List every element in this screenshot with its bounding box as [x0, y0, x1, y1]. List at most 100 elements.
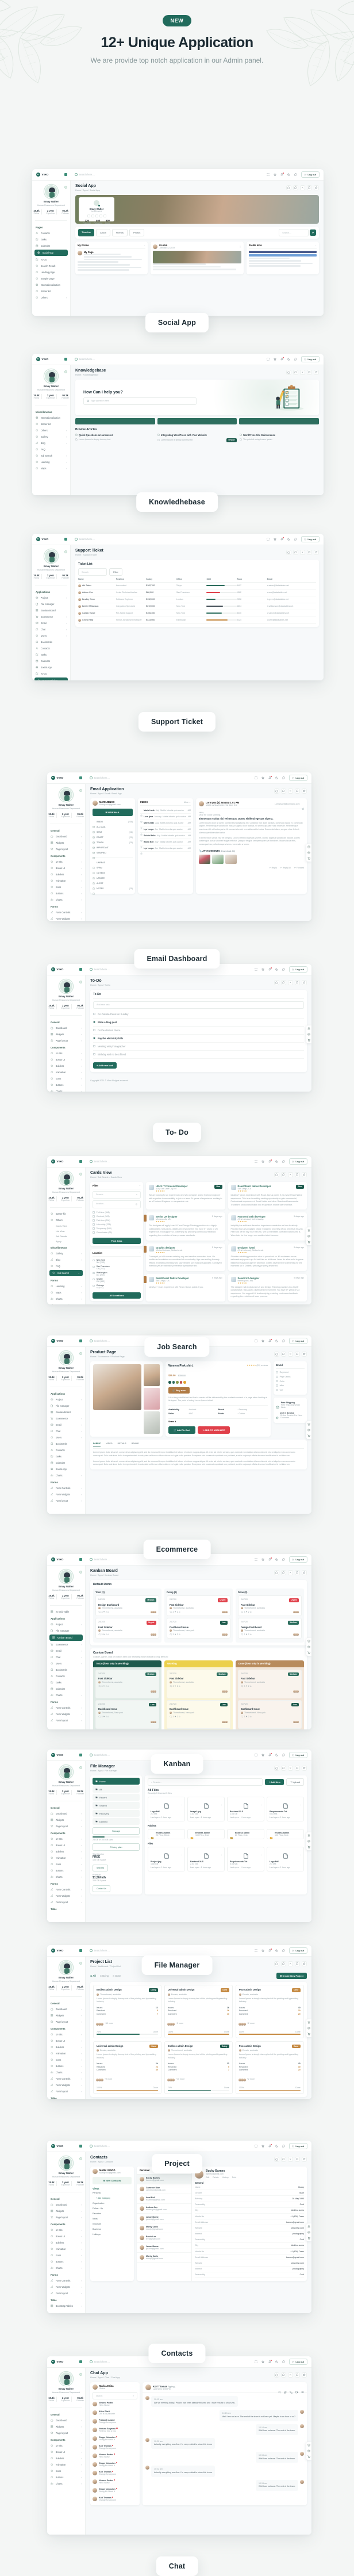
- sidebar-item-ui-kits[interactable]: UI Kits ›: [47, 859, 85, 865]
- sidebar-toggle-icon[interactable]: [79, 1754, 82, 1756]
- menu-icon[interactable]: [301, 2386, 304, 2389]
- bell-icon[interactable]: [268, 2360, 271, 2363]
- job-card[interactable]: Designer, iOtml (Oris Lietuvos), Netherl…: [228, 1243, 307, 1271]
- gear-icon[interactable]: [79, 1173, 82, 1176]
- more-icon[interactable]: [221, 1798, 222, 1802]
- create-project-button[interactable]: ⊞ Create New Project: [276, 1973, 307, 1979]
- job-type-option[interactable]: Full-time (848): [93, 1211, 141, 1215]
- checkbox[interactable]: [93, 1266, 95, 1268]
- sidebar-item-form-layout[interactable]: Form layout ›: [47, 1899, 85, 1905]
- chat-icon[interactable]: [293, 370, 298, 375]
- layout-icon[interactable]: [307, 1423, 310, 1426]
- message-icon[interactable]: [282, 1160, 285, 1163]
- chat-contact[interactable]: Vincent Porter Hello Nurse: [93, 2399, 137, 2408]
- filter-doing[interactable]: ⊙ Doing: [100, 1974, 109, 1977]
- folder-tile[interactable]: Endless admin100 Files, 5mb: [187, 1829, 225, 1839]
- sidebar-item-js-grid-table[interactable]: Js Grid Table: [47, 1609, 85, 1615]
- more-icon[interactable]: [300, 1848, 302, 1852]
- fullscreen-icon[interactable]: [255, 1339, 257, 1342]
- mail-label-spam[interactable]: SPAM: [93, 866, 133, 871]
- contact-row[interactable]: Jason Bornejasonb@gmail.com: [137, 2214, 191, 2223]
- settings-icon[interactable]: [307, 1840, 310, 1843]
- sidebar-item-bonus-ui[interactable]: Bonus UI ›: [47, 2233, 85, 2240]
- sidebar-item-ecommerce[interactable]: Ecommerce ›: [47, 1641, 85, 1648]
- sidebar-item-dashboard[interactable]: Dashboard ›: [47, 1811, 85, 1817]
- bookmark-icon[interactable]: [295, 2372, 300, 2378]
- job-card[interactable]: Graphic designer Vilnius Lietuvos, Nethe…: [146, 1243, 225, 1271]
- fullscreen-icon[interactable]: [255, 1160, 257, 1163]
- moon-icon[interactable]: [275, 1160, 278, 1163]
- attachment-thumb[interactable]: [199, 855, 210, 864]
- more-button[interactable]: More ⌄: [184, 801, 191, 803]
- sidebar-item-ui-kits[interactable]: UI Kits ›: [47, 2031, 85, 2038]
- kanban-card[interactable]: 24/7/20Low Dashboard Issue Themeforest, …: [95, 1700, 159, 1729]
- star-icon[interactable]: [140, 835, 143, 837]
- sidebar-toggle-icon[interactable]: [79, 1160, 82, 1163]
- sidebar-item-builders[interactable]: Builders ›: [47, 2455, 85, 2462]
- layout-icon[interactable]: [307, 845, 310, 848]
- sidebar-item-form-controls[interactable]: Form Controls ›: [47, 2076, 85, 2082]
- mail-folder-sent[interactable]: SENT (28): [93, 829, 133, 835]
- mail-folder-starred[interactable]: STARRED: [93, 850, 133, 855]
- layout-icon[interactable]: [307, 2021, 310, 2024]
- fullscreen-icon[interactable]: [255, 776, 257, 779]
- sidebar-item-charts[interactable]: Charts ›: [47, 2069, 85, 2076]
- mail-folder-inbox[interactable]: INBOX (258): [93, 819, 133, 824]
- logout-button[interactable]: Log out: [289, 2359, 307, 2365]
- sidebar-item-builders[interactable]: Builders ›: [47, 871, 85, 878]
- tab-timeline[interactable]: Timeline: [78, 229, 94, 236]
- sidebar-subitem[interactable]: Job Details: [47, 1234, 85, 1239]
- sidebar-item-starter-kit[interactable]: Starter kit: [47, 1211, 85, 1217]
- global-search[interactable]: Search here....: [75, 358, 264, 361]
- sidebar-item-buttons[interactable]: Buttons ›: [47, 2259, 85, 2265]
- avatar[interactable]: [59, 1172, 73, 1185]
- mail-label-notes[interactable]: NOTES (29): [93, 886, 133, 891]
- view-item[interactable]: Ideas: [93, 2216, 132, 2221]
- sidebar-item-file-manager[interactable]: File manager: [32, 601, 70, 607]
- message-icon[interactable]: [282, 2145, 285, 2148]
- tab-about[interactable]: About: [96, 229, 110, 236]
- sidebar-item-form-layout[interactable]: Form layout ›: [47, 2290, 85, 2296]
- brand-option[interactable]: Raymond: [276, 1371, 305, 1375]
- kanban-card[interactable]: 24/7/20Medium Design Dashboard Themefore…: [95, 1595, 159, 1616]
- sidebar-item-bonus-ui[interactable]: Bonus UI ›: [47, 2038, 85, 2044]
- folder-tile[interactable]: Endless admin20 Files, 2mb: [227, 1829, 264, 1839]
- sidebar-item-ecommerce[interactable]: Ecommerce ›: [47, 1415, 85, 1422]
- sidebar-subitem[interactable]: Cards View: [47, 1223, 85, 1228]
- contact-row[interactable]: Brock Leelee@gmail.com: [137, 2233, 191, 2243]
- attach-icon[interactable]: [284, 2386, 287, 2389]
- layout-icon[interactable]: [307, 1640, 310, 1643]
- sidebar-item-form-widgets[interactable]: Form Widgets ›: [47, 2082, 85, 2088]
- fm-nav-recent[interactable]: Recent: [93, 1794, 140, 1801]
- sidebar-item-icons[interactable]: Icons ›: [47, 2057, 85, 2063]
- edit-icon[interactable]: [98, 205, 101, 207]
- app-logo[interactable]: VIHO: [36, 357, 49, 361]
- message-icon[interactable]: [282, 1339, 285, 1342]
- star-icon[interactable]: [261, 1558, 264, 1561]
- todo-item[interactable]: Write a blog post: [93, 1019, 304, 1027]
- sidebar-item-charts[interactable]: Charts ›: [47, 1472, 85, 1479]
- close-icon[interactable]: [300, 185, 305, 190]
- search-input[interactable]: Search....: [279, 229, 309, 236]
- home-icon[interactable]: [286, 550, 291, 555]
- sidebar-item-maps[interactable]: Maps ›: [32, 465, 70, 472]
- chevron-down-icon[interactable]: ⌄: [144, 244, 145, 247]
- sidebar-item-learning[interactable]: Learning ›: [47, 1283, 85, 1289]
- checkbox[interactable]: [93, 1053, 95, 1055]
- checkbox[interactable]: [93, 1037, 95, 1039]
- sidebar-item-buttons[interactable]: Buttons ›: [47, 890, 85, 897]
- brand-option[interactable]: volf: [276, 1388, 305, 1392]
- sidebar-item-faq[interactable]: FAQ: [32, 446, 70, 453]
- sidebar-item-kanban-board[interactable]: Kanban Board: [49, 1635, 83, 1641]
- table-row[interactable]: Cedric Kelly Senior Javascript Developer…: [78, 617, 316, 624]
- bell-icon[interactable]: [268, 1558, 271, 1561]
- product-main-image[interactable]: [93, 1364, 141, 1410]
- sidebar-item-users[interactable]: Users ›: [47, 1434, 85, 1441]
- more-icon[interactable]: [260, 1848, 262, 1852]
- close-icon[interactable]: [300, 370, 305, 375]
- search-icon[interactable]: [278, 2386, 281, 2389]
- chat-icon[interactable]: [281, 1172, 286, 1177]
- close-icon[interactable]: [288, 789, 293, 794]
- sidebar-item-page-layout[interactable]: Page layout ›: [47, 846, 85, 852]
- logout-button[interactable]: Log out: [289, 775, 307, 781]
